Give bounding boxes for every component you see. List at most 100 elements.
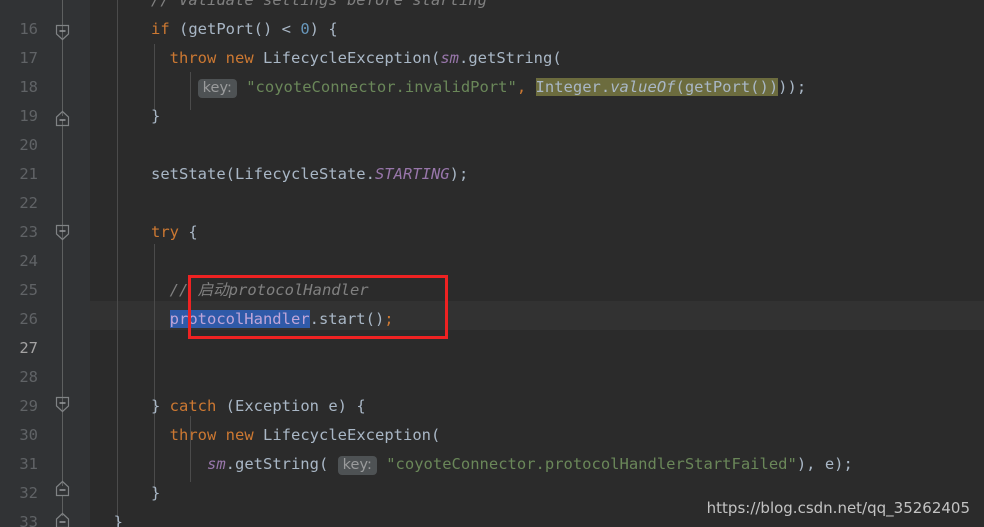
- line-content[interactable]: if (getPort() < 0) {: [95, 15, 338, 44]
- line-number: 22: [19, 193, 38, 212]
- line-content[interactable]: throw new LifecycleException(sm.getStrin…: [95, 44, 562, 73]
- parameter-hint-key: key:: [197, 79, 237, 98]
- token-integer-prefix: Integer.: [535, 78, 611, 96]
- line-number: 18: [19, 77, 38, 96]
- fold-connector-line-3: [62, 410, 63, 486]
- line-number: 29: [19, 396, 38, 415]
- fold-marker-collapse-20[interactable]: [54, 110, 71, 127]
- line-number: 31: [19, 454, 38, 473]
- line-content[interactable]: // Validate settings before starting: [95, 0, 487, 15]
- token-catch-params: (Exception e) {: [216, 397, 366, 415]
- token-valueof-method: valueOf: [610, 78, 676, 96]
- code-line[interactable]: 28: [0, 334, 984, 386]
- line-number: 30: [19, 425, 38, 444]
- fold-marker-collapse-17[interactable]: [54, 24, 71, 41]
- token-setstate-tail: );: [449, 165, 469, 183]
- line-content[interactable]: setState(LifecycleState.STARTING);: [95, 160, 468, 189]
- token-brace-open-if: ) {: [309, 20, 338, 38]
- token-number-zero: 0: [300, 20, 310, 38]
- code-line[interactable]: 21: [0, 131, 984, 183]
- token-brace-close-catch: }: [151, 397, 170, 415]
- line-number: 21: [19, 164, 38, 183]
- code-line[interactable]: 18 throw new LifecycleException(sm.getSt…: [0, 44, 984, 96]
- code-line[interactable]: 31 throw new LifecycleException(: [0, 421, 984, 473]
- code-editor[interactable]: 16 // Validate settings before starting …: [0, 0, 984, 527]
- line-content[interactable]: sm.getString( key: "coyoteConnector.prot…: [95, 450, 853, 480]
- token-call-start: .start(): [309, 310, 385, 328]
- watermark-url: https://blog.csdn.net/qq_35262405: [706, 499, 970, 517]
- line-content[interactable]: protocolHandler.start();: [95, 305, 394, 334]
- line-content[interactable]: }: [95, 479, 160, 508]
- line-number: 23: [19, 222, 38, 241]
- line-number: 28: [19, 367, 38, 386]
- line-content[interactable]: throw new LifecycleException(: [95, 421, 441, 450]
- line-number: 20: [19, 135, 38, 154]
- code-line[interactable]: 17 if (getPort() < 0) {: [0, 15, 984, 67]
- fold-marker-collapse-34[interactable]: [54, 512, 71, 527]
- line-number: 33: [19, 512, 38, 527]
- code-line[interactable]: 29: [0, 363, 984, 415]
- code-line[interactable]: 32 sm.getString( key: "coyoteConnector.p…: [0, 450, 984, 502]
- token-getport-arg: (getPort()): [675, 78, 779, 96]
- code-line[interactable]: 22 setState(LifecycleState.STARTING);: [0, 160, 984, 212]
- token-comma: ,: [516, 78, 527, 96]
- token-keyword-new: new: [225, 426, 254, 444]
- token-brace-close-try: }: [151, 484, 161, 502]
- token-field-sm: sm: [440, 49, 459, 67]
- code-line[interactable]: 20 }: [0, 102, 984, 154]
- token-call-getstring: .getString(: [459, 49, 562, 67]
- selected-token-protocolhandler[interactable]: protocolHandler: [169, 310, 310, 328]
- token-operator-lt: <: [281, 20, 301, 38]
- line-number: 32: [19, 483, 38, 502]
- fold-connector-line-1: [62, 0, 63, 116]
- line-number: 24: [19, 251, 38, 270]
- token-keyword-new: new: [225, 49, 254, 67]
- code-line[interactable]: 19 key: "coyoteConnector.invalidPort", I…: [0, 73, 984, 125]
- token-comment-qidong: // 启动protocolHandler: [169, 281, 369, 299]
- token-string-invalidport: "coyoteConnector.invalidPort": [246, 78, 517, 96]
- line-content[interactable]: }: [95, 102, 160, 131]
- token-call-getstring: .getString(: [225, 455, 329, 473]
- code-line[interactable]: 24 try {: [0, 218, 984, 270]
- line-number: 19: [19, 106, 38, 125]
- token-brace-close-method: }: [113, 513, 124, 527]
- token-call-getport: (getPort(): [169, 20, 282, 38]
- token-semicolon: ;: [384, 310, 394, 328]
- fold-connector-line-2: [62, 120, 63, 410]
- code-line[interactable]: 25: [0, 247, 984, 299]
- line-content[interactable]: // 启动protocolHandler: [95, 276, 369, 305]
- token-type-lifecycleexception: LifecycleException(: [263, 49, 441, 67]
- code-line[interactable]: 30 } catch (Exception e) {: [0, 392, 984, 444]
- fold-marker-collapse-24[interactable]: [54, 224, 71, 241]
- code-line-current[interactable]: 27 protocolHandler.start();: [0, 305, 984, 357]
- token-string-protocolfailed: "coyoteConnector.protocolHandlerStartFai…: [386, 455, 797, 473]
- token-keyword-if: if: [151, 20, 170, 38]
- token-type-lifecycleexception: LifecycleException(: [263, 426, 441, 444]
- token-call-setstate: setState(LifecycleState.: [151, 165, 375, 183]
- line-content[interactable]: }: [95, 508, 123, 527]
- fold-marker-column[interactable]: [46, 0, 90, 527]
- fold-marker-collapse-33[interactable]: [54, 480, 71, 497]
- code-line[interactable]: 23: [0, 189, 984, 241]
- token-keyword-catch: catch: [169, 397, 217, 415]
- token-keyword-try: try: [151, 223, 179, 241]
- line-number: 17: [19, 48, 38, 67]
- line-content[interactable]: key: "coyoteConnector.invalidPort", Inte…: [95, 73, 806, 103]
- line-content[interactable]: } catch (Exception e) {: [95, 392, 366, 421]
- token-close-parens: ));: [778, 78, 807, 96]
- parameter-hint-key: key:: [337, 456, 377, 475]
- code-line[interactable]: 26 // 启动protocolHandler: [0, 276, 984, 328]
- token-string-failed-tail: ), e);: [796, 455, 853, 473]
- token-comment: // Validate settings before starting: [151, 0, 487, 9]
- fold-marker-collapse-30[interactable]: [54, 396, 71, 413]
- code-line[interactable]: 16 // Validate settings before starting: [0, 0, 984, 38]
- token-keyword-throw: throw: [169, 426, 217, 444]
- token-brace-close: }: [151, 107, 161, 125]
- line-content[interactable]: try {: [95, 218, 198, 247]
- line-number: 25: [19, 280, 38, 299]
- usage-highlight-integer-valueof: Integer.valueOf(getPort()): [535, 78, 779, 96]
- line-number: 27: [19, 338, 38, 357]
- line-number: 26: [19, 309, 38, 328]
- token-field-sm: sm: [206, 455, 226, 473]
- line-number: 16: [19, 19, 38, 38]
